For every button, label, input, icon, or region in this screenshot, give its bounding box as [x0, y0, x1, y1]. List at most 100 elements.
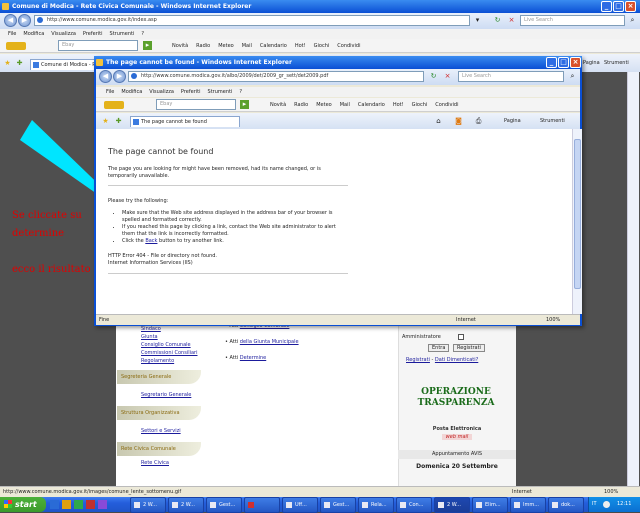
minimize-icon[interactable]: _ [546, 57, 557, 68]
menu-file[interactable]: File [8, 29, 16, 39]
toolbar-item[interactable]: Radio [196, 39, 210, 52]
toolbar-item[interactable]: Novità [172, 39, 188, 52]
toolbar-item[interactable]: Giochi [412, 98, 428, 111]
admin-checkbox[interactable] [458, 334, 464, 340]
toolbar-search-input[interactable]: Ebay [58, 40, 138, 51]
menu-tools[interactable]: Strumenti [110, 29, 135, 39]
quick-launch-icon[interactable] [74, 500, 83, 509]
outer-status-zoom[interactable]: 100% [604, 487, 618, 497]
toolbar-item[interactable]: Giochi [314, 39, 330, 52]
menu-help[interactable]: ? [239, 87, 242, 97]
tray-icon[interactable] [603, 501, 610, 508]
forward-icon[interactable]: ▶ [113, 70, 126, 83]
menu-view[interactable]: Visualizza [149, 87, 174, 97]
dropdown-icon[interactable]: ▾ [473, 16, 482, 25]
toolbar-item[interactable]: Hot! [295, 39, 306, 52]
popup-page-menu[interactable]: Pagina [504, 118, 521, 124]
albo-item[interactable]: • Atti della Giunta Municipale [225, 339, 385, 355]
toolbar-item[interactable]: Meteo [218, 39, 234, 52]
back-link[interactable]: Back [145, 238, 157, 244]
back-icon[interactable]: ◀ [4, 14, 17, 27]
menu-favorites[interactable]: Preferiti [83, 29, 103, 39]
sidebar-link[interactable]: Settori e Servizi [117, 420, 201, 442]
popup-tools-menu[interactable]: Strumenti [540, 118, 565, 124]
task-button[interactable]: 2 W... [434, 497, 470, 513]
close-icon[interactable]: × [625, 1, 636, 12]
task-button[interactable]: 2 W... [168, 497, 204, 513]
toolbar-go-icon[interactable]: ▸ [143, 41, 152, 50]
print-icon[interactable]: ⎙ [474, 117, 483, 126]
menu-edit[interactable]: Modifica [23, 29, 44, 39]
search-icon[interactable]: ⌕ [628, 16, 637, 25]
toolbar-go-icon[interactable]: ▸ [240, 100, 249, 109]
menu-edit[interactable]: Modifica [121, 87, 142, 97]
menu-favorites[interactable]: Preferiti [181, 87, 201, 97]
task-button[interactable]: Gest... [320, 497, 356, 513]
quick-launch-icon[interactable] [62, 500, 71, 509]
sidebar-link[interactable]: Regolamento [117, 358, 201, 368]
back-icon[interactable]: ◀ [99, 70, 112, 83]
search-icon[interactable]: ⌕ [568, 72, 577, 81]
task-button[interactable]: Imm... [510, 497, 546, 513]
sidebar-link[interactable]: Giunta [117, 334, 201, 342]
favorites-star-icon[interactable]: ★ [3, 59, 12, 68]
stop-icon[interactable]: × [507, 16, 516, 25]
lost-password-link[interactable]: Dati Dimenticati? [435, 357, 478, 363]
popup-search-input[interactable]: Live Search [458, 71, 564, 82]
popup-tab[interactable]: The page cannot be found [130, 116, 240, 127]
sidebar-link[interactable]: Consiglio Comunale [117, 342, 201, 350]
trasparenza-banner[interactable]: OPERAZIONE TRASPARENZA [404, 387, 508, 409]
albo-item[interactable]: • Atti Determine [225, 355, 385, 371]
task-button[interactable]: Gest... [206, 497, 242, 513]
vertical-scrollbar[interactable] [627, 72, 639, 486]
scroll-thumb[interactable] [574, 139, 581, 289]
clock[interactable]: 12:11 [617, 497, 631, 512]
task-button[interactable] [244, 497, 280, 513]
add-favorites-icon[interactable]: ✚ [15, 59, 24, 68]
sidebar-link[interactable]: Sindaco [117, 326, 201, 334]
maximize-icon[interactable]: □ [558, 57, 569, 68]
sidebar-link[interactable]: Rete Civica [117, 456, 201, 470]
home-icon[interactable]: ⌂ [434, 117, 443, 126]
task-button[interactable]: 2 W... [130, 497, 166, 513]
toolbar-item[interactable]: Meteo [316, 98, 332, 111]
feeds-icon[interactable]: ◙ [454, 117, 463, 126]
refresh-icon[interactable]: ↻ [493, 16, 502, 25]
quick-launch-icon[interactable] [86, 500, 95, 509]
toolbar-item[interactable]: Calendario [260, 39, 287, 52]
toolbar-item[interactable]: Condividi [435, 98, 458, 111]
popup-title-bar[interactable]: The page cannot be found - Windows Inter… [94, 56, 582, 69]
register-link[interactable]: Registrati [406, 357, 430, 363]
menu-help[interactable]: ? [141, 29, 144, 39]
task-button[interactable]: dok... [548, 497, 584, 513]
stop-icon[interactable]: × [443, 72, 452, 81]
menu-view[interactable]: Visualizza [51, 29, 76, 39]
sidebar-link[interactable]: Commissioni Consiliari [117, 350, 201, 358]
register-button[interactable]: Registrati [453, 344, 485, 352]
close-icon[interactable]: × [570, 57, 581, 68]
toolbar-item[interactable]: Radio [294, 98, 308, 111]
popup-status-zoom[interactable]: 100% [546, 315, 560, 325]
maximize-icon[interactable]: □ [613, 1, 624, 12]
toolbar-item[interactable]: Mail [242, 39, 252, 52]
start-button[interactable]: start [0, 497, 46, 512]
minimize-icon[interactable]: _ [601, 1, 612, 12]
quick-launch-icon[interactable] [98, 500, 107, 509]
outer-search-input[interactable]: Live Search [520, 15, 625, 26]
sidebar-link[interactable]: Segretario Generale [117, 384, 201, 406]
task-button[interactable]: Elim... [472, 497, 508, 513]
outer-tools-menu[interactable]: Strumenti [604, 60, 629, 66]
add-favorites-icon[interactable]: ✚ [114, 117, 123, 126]
toolbar-search-input[interactable]: Ebay [156, 99, 236, 110]
toolbar-item[interactable]: Condividi [337, 39, 360, 52]
popup-scrollbar[interactable] [572, 129, 582, 314]
toolbar-item[interactable]: Calendario [358, 98, 385, 111]
outer-page-menu[interactable]: Pagina [583, 60, 600, 66]
favorites-star-icon[interactable]: ★ [101, 117, 110, 126]
menu-file[interactable]: File [106, 87, 114, 97]
toolbar-item[interactable]: Hot! [393, 98, 404, 111]
outer-address-input[interactable]: http://www.comune.modica.gov.it/index.as… [34, 15, 470, 26]
task-button[interactable]: Con... [396, 497, 432, 513]
toolbar-item[interactable]: Novità [270, 98, 286, 111]
task-button[interactable]: Rela... [358, 497, 394, 513]
